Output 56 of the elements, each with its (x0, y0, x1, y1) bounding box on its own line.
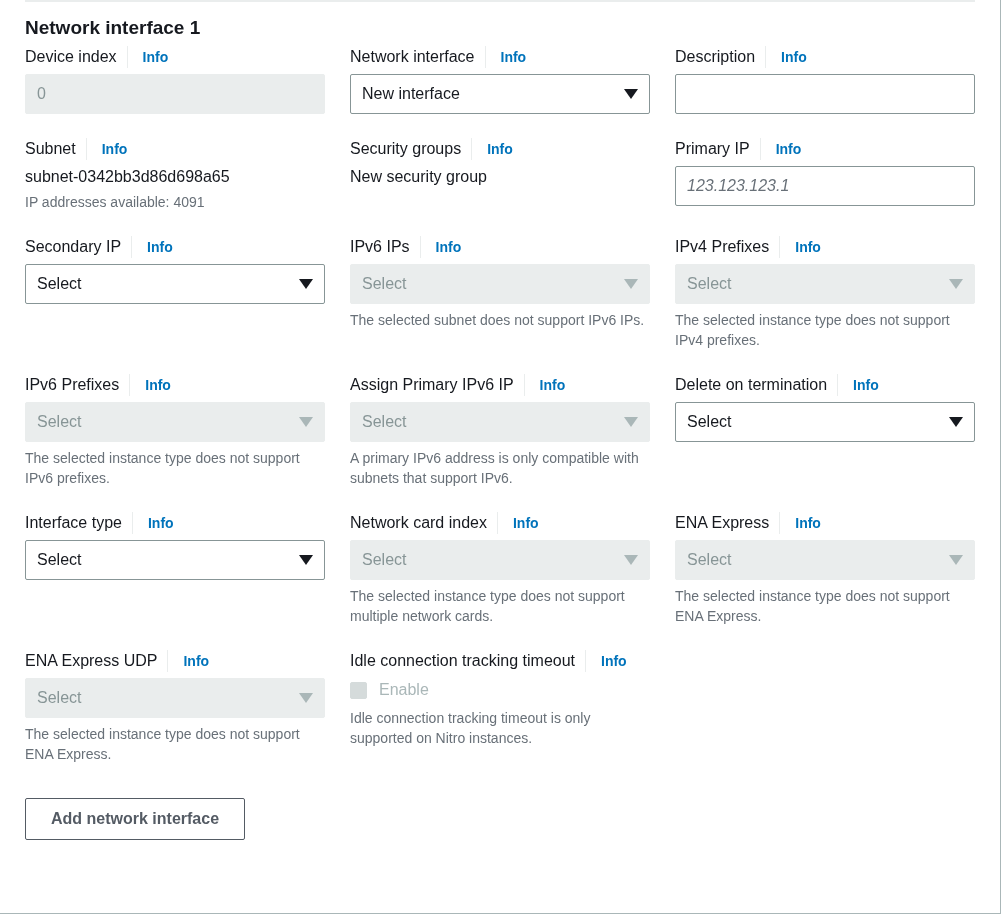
helper-text: IP addresses available: 4091 (25, 193, 206, 212)
field-value: New security group (350, 167, 488, 187)
field-label: Network interface (350, 47, 475, 67)
field-label: ENA Express UDP (25, 651, 158, 671)
caret-down-icon (299, 279, 313, 289)
field-label: Device index (25, 47, 117, 67)
caret-down-icon (299, 555, 313, 565)
field-label: IPv4 Prefixes (675, 237, 770, 257)
caret-down-icon (949, 417, 963, 427)
section-title: Network interface 1 (25, 16, 202, 40)
caret-down-icon (299, 417, 313, 427)
field-label: Primary IP (675, 139, 750, 159)
info-link[interactable]: Info (837, 374, 879, 396)
helper-text: A primary IPv6 address is only compatible with subnets that support IPv6. (350, 449, 640, 488)
text-input-field[interactable] (675, 74, 975, 114)
helper-text: Idle connection tracking timeout is only supported on Nitro instances. (350, 709, 592, 748)
select-dropdown[interactable]: Select (675, 402, 975, 442)
info-link[interactable]: Info (484, 46, 527, 68)
field-label: Secondary IP (25, 237, 122, 257)
field-label: ENA Express (675, 513, 770, 533)
field-value: subnet-0342bb3d86d698a65 (25, 167, 231, 187)
info-link[interactable]: Info (85, 138, 128, 160)
field-label: IPv6 Prefixes (25, 375, 120, 395)
helper-text: The selected subnet does not support IPv6 IPs. (350, 311, 646, 330)
helper-text: The selected instance type does not support ENA Express. (25, 725, 301, 764)
checkbox-label: Enable (379, 680, 429, 700)
select-dropdown[interactable]: Select (25, 540, 325, 580)
field-label: Network card index (350, 513, 487, 533)
field-label: Delete on termination (675, 375, 828, 395)
helper-text: The selected instance type does not support IPv6 prefixes. (25, 449, 301, 488)
select-dropdown[interactable]: Select (25, 264, 325, 304)
field-label: Description (675, 47, 756, 67)
caret-down-icon (624, 417, 638, 427)
add-network-interface-button[interactable]: Add network interface (25, 798, 246, 840)
caret-down-icon (949, 279, 963, 289)
text-input-field[interactable]: 123.123.123.1 (675, 166, 975, 206)
info-link[interactable]: Info (131, 512, 174, 534)
info-link[interactable]: Info (131, 236, 173, 258)
field-label: Idle connection tracking timeout (350, 651, 575, 671)
field-label: Security groups (350, 139, 462, 159)
field-label: Interface type (25, 513, 122, 533)
caret-down-icon (299, 693, 313, 703)
helper-text: The selected instance type does not support ENA Express. (675, 587, 951, 626)
helper-text: The selected instance type does not support multiple network cards. (350, 587, 626, 626)
caret-down-icon (624, 279, 638, 289)
caret-down-icon (624, 555, 638, 565)
select-dropdown[interactable]: New interface (350, 74, 650, 114)
caret-down-icon (624, 89, 638, 99)
info-link[interactable]: Info (765, 46, 807, 68)
info-link[interactable]: Info (471, 138, 513, 160)
field-label: Assign Primary IPv6 IP (350, 375, 514, 395)
helper-text: The selected instance type does not support IPv4 prefixes. (675, 311, 951, 350)
caret-down-icon (949, 555, 963, 565)
field-label: IPv6 IPs (350, 237, 410, 257)
info-link[interactable]: Info (759, 138, 802, 160)
field-label: Subnet (25, 139, 76, 159)
